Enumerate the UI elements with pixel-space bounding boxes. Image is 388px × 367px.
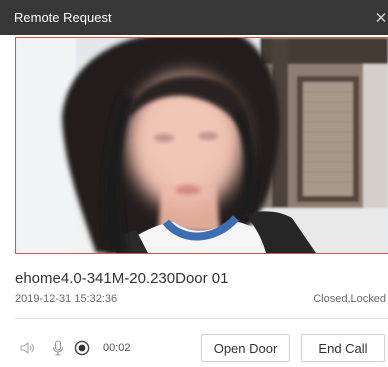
remote-request-dialog: Remote Request ehome4.0-341M-20.230Door … [0, 0, 388, 367]
video-feed [15, 37, 388, 254]
divider [15, 318, 388, 319]
speaker-icon[interactable] [19, 340, 35, 356]
open-door-button[interactable]: Open Door [201, 334, 290, 362]
device-name: ehome4.0-341M-20.230Door 01 [15, 270, 229, 287]
door-status: Closed,Locked [313, 293, 386, 305]
microphone-icon[interactable] [50, 340, 66, 356]
microphone-icon-glyph [52, 340, 64, 356]
call-timer: 00:02 [103, 342, 131, 354]
speaker-icon-glyph [20, 342, 34, 354]
close-icon-glyph [376, 13, 386, 22]
title-bar: Remote Request [0, 0, 388, 35]
caller-video-image [16, 38, 388, 253]
record-icon-glyph [74, 340, 90, 356]
record-icon[interactable] [74, 340, 90, 356]
dialog-title: Remote Request [14, 10, 112, 25]
end-call-button[interactable]: End Call [301, 334, 385, 362]
close-icon[interactable] [376, 12, 386, 23]
call-timestamp: 2019-12-31 15:32:36 [15, 293, 118, 305]
lips [175, 185, 201, 195]
eye-right [198, 132, 218, 140]
eye-left [154, 134, 174, 142]
